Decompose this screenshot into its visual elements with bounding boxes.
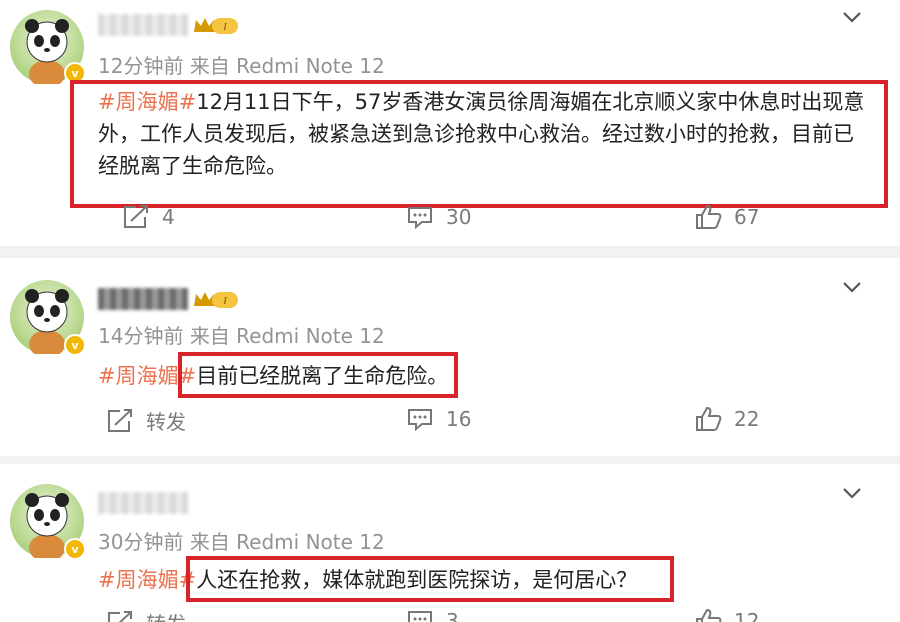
like-icon: [696, 204, 722, 229]
repost-button[interactable]: 转发: [106, 608, 186, 622]
verified-badge-icon: v: [64, 334, 86, 356]
like-button[interactable]: 67: [694, 204, 759, 230]
repost-icon: [124, 205, 148, 228]
verified-badge-icon: v: [64, 538, 86, 560]
like-count: 12: [734, 609, 760, 622]
comment-count: 16: [446, 407, 472, 431]
weibo-post: v I 12分钟前 来自 Redmi Note 12 #周海媚#12月11日下午…: [0, 0, 900, 246]
chevron-down-icon[interactable]: [842, 10, 862, 24]
username-blurred[interactable]: [98, 14, 188, 36]
like-count: 22: [734, 407, 760, 431]
post-source: 来自 Redmi Note 12: [189, 54, 385, 78]
repost-icon: [108, 610, 132, 622]
username-blurred[interactable]: [98, 288, 188, 310]
like-button[interactable]: 12: [694, 608, 759, 622]
username-blurred[interactable]: [98, 492, 188, 514]
comment-button[interactable]: 16: [406, 406, 471, 432]
post-meta: 14分钟前 来自 Redmi Note 12: [98, 320, 385, 349]
comment-count: 3: [446, 609, 459, 622]
repost-button[interactable]: 4: [122, 204, 175, 230]
comment-icon: [408, 611, 432, 622]
crown-badge-icon: I: [194, 292, 238, 308]
chevron-down-icon[interactable]: [842, 486, 862, 500]
weibo-post: v 30分钟前 来自 Redmi Note 12 #周海媚#人还在抢救，媒体就跑…: [0, 464, 900, 622]
highlight-box: [70, 80, 888, 208]
comment-button[interactable]: 30: [406, 204, 471, 230]
like-count: 67: [734, 205, 760, 229]
repost-icon: [108, 408, 132, 432]
crown-badge-icon: I: [194, 18, 238, 34]
post-time: 30分钟前: [98, 530, 184, 554]
comment-icon: [408, 207, 432, 230]
repost-count: 4: [162, 205, 175, 229]
comment-button[interactable]: 3: [406, 608, 459, 622]
like-button[interactable]: 22: [694, 406, 759, 432]
post-time: 14分钟前: [98, 324, 184, 348]
post-source: 来自 Redmi Note 12: [189, 530, 385, 554]
post-meta: 12分钟前 来自 Redmi Note 12: [98, 50, 385, 79]
like-icon: [696, 608, 722, 622]
weibo-post: v I 14分钟前 来自 Redmi Note 12 #周海媚#目前已经脱离了生…: [0, 258, 900, 456]
highlight-box: [186, 556, 674, 602]
comment-count: 30: [446, 205, 472, 229]
topic-tag[interactable]: #周海媚#: [98, 568, 196, 592]
repost-label: 转发: [146, 608, 186, 622]
post-meta: 30分钟前 来自 Redmi Note 12: [98, 526, 385, 555]
post-time: 12分钟前: [98, 54, 184, 78]
post-source: 来自 Redmi Note 12: [189, 324, 385, 348]
highlight-box: [178, 352, 458, 398]
repost-button[interactable]: 转发: [106, 406, 186, 435]
repost-label: 转发: [146, 410, 186, 434]
like-icon: [696, 406, 722, 431]
comment-icon: [408, 409, 432, 432]
chevron-down-icon[interactable]: [842, 280, 862, 294]
